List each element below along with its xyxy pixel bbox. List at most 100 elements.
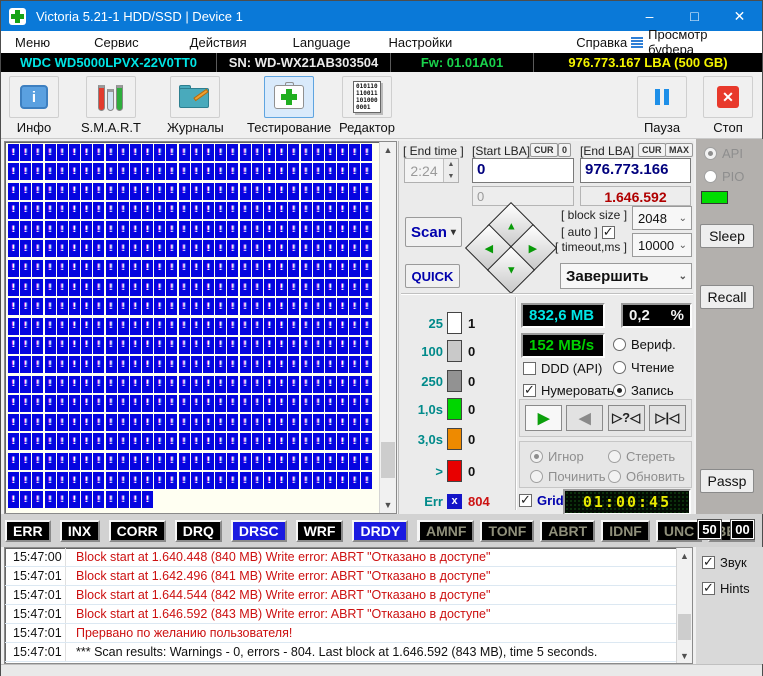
block-cell: ! (32, 414, 43, 431)
pio-radio[interactable]: PIO (704, 169, 744, 184)
chevron-down-icon: ⌄ (679, 240, 687, 251)
block-cell: ! (166, 356, 177, 373)
hints-checkbox[interactable]: Hints (702, 581, 750, 596)
block-cell: ! (361, 395, 372, 412)
block-cell: ! (142, 337, 153, 354)
scrollbar-thumb[interactable] (381, 442, 395, 478)
status-led-drq: DRQ (175, 520, 222, 542)
divider (515, 297, 517, 510)
defect-radio-4[interactable]: Обновить (608, 469, 685, 484)
auto-checkbox[interactable] (602, 226, 615, 239)
log-row: 15:47:01Block start at 1.642.496 (841 MB… (5, 567, 692, 586)
end-lba-input[interactable]: 976.773.166 (580, 158, 691, 183)
sound-checkbox[interactable]: Звук (702, 555, 747, 570)
log-panel: 15:47:00Block start at 1.640.448 (840 MB… (4, 547, 693, 664)
grid-checkbox[interactable]: Grid (519, 493, 564, 508)
menu-item-2[interactable]: Сервис (90, 35, 143, 50)
block-cell: ! (264, 202, 275, 219)
scan-button[interactable]: Scan▾ (405, 217, 462, 247)
block-cell: ! (337, 433, 348, 450)
block-cell: ! (179, 472, 190, 489)
seek-error-button[interactable]: ▷?◁ (608, 405, 645, 431)
quick-button[interactable]: QUICK (405, 264, 460, 288)
start-lba-cur-button[interactable]: CUR (530, 143, 558, 157)
block-cell: ! (264, 144, 275, 161)
block-cell: ! (252, 260, 263, 277)
info-tab[interactable]: i Инфо (9, 76, 59, 135)
block-cell: ! (8, 376, 19, 393)
block-cell: ! (179, 298, 190, 315)
legend-label: 1,0s (399, 402, 443, 417)
block-cell: ! (361, 202, 372, 219)
menu-item-6[interactable]: Справка (572, 35, 631, 50)
end-time-spinner[interactable]: 2:24 ▲▼ (404, 158, 459, 183)
play-button[interactable]: ▶ (525, 405, 562, 431)
menu-item-3[interactable]: Действия (186, 35, 251, 50)
numerate-checkbox[interactable]: Нумеровать (523, 383, 614, 398)
block-cell: ! (191, 453, 202, 470)
scroll-up-icon[interactable]: ▲ (380, 142, 396, 158)
pause-button[interactable]: Пауза (637, 76, 687, 135)
log-scrollbar[interactable]: ▲ ▼ (676, 548, 692, 663)
mode-radio-3[interactable]: Запись (613, 383, 674, 398)
reverse-button[interactable]: ◀ (566, 405, 603, 431)
editor-tab[interactable]: 010110 110011 101000 0001 Редактор (339, 76, 395, 135)
scroll-up-icon[interactable]: ▲ (677, 548, 692, 563)
block-cell: ! (154, 183, 165, 200)
smart-tab[interactable]: S.M.A.R.T (81, 76, 141, 135)
end-lba-cur-button[interactable]: CUR (638, 143, 666, 157)
sleep-button[interactable]: Sleep (700, 224, 754, 248)
block-map-scrollbar[interactable]: ▲ ▼ (379, 142, 396, 513)
api-radio[interactable]: API (704, 146, 743, 161)
block-cell: ! (118, 472, 129, 489)
scroll-down-icon[interactable]: ▼ (380, 497, 396, 513)
journals-tab[interactable]: Журналы (167, 76, 224, 135)
menu-item-5[interactable]: Настройки (384, 35, 456, 50)
menu-item-1[interactable]: Меню (11, 35, 54, 50)
ddd-api-checkbox[interactable]: DDD (API) (523, 361, 602, 376)
block-cell: ! (142, 202, 153, 219)
stop-button[interactable]: ✕ Стоп (703, 76, 753, 135)
testing-tab[interactable]: Тестирование (247, 76, 331, 135)
defect-radio-1[interactable]: Игнор (530, 449, 584, 464)
block-cell: ! (288, 433, 299, 450)
passp-button[interactable]: Passp (700, 469, 754, 493)
mode-radio-1[interactable]: Вериф. (613, 337, 676, 352)
block-cell: ! (288, 183, 299, 200)
defect-radio-2[interactable]: Стереть (608, 449, 675, 464)
action-select[interactable]: Завершить⌄ (560, 263, 692, 289)
block-cell: ! (69, 240, 80, 257)
block-cell: ! (118, 376, 129, 393)
block-cell: ! (313, 298, 324, 315)
start-lba-input[interactable]: 0 (472, 158, 574, 183)
seek-position-button[interactable]: ▷|◁ (649, 405, 686, 431)
block-cell: ! (215, 240, 226, 257)
mode-radio-2[interactable]: Чтение (613, 360, 674, 375)
recall-button[interactable]: Recall (700, 285, 754, 309)
block-cell: ! (166, 376, 177, 393)
timeout-select[interactable]: 10000⌄ (632, 233, 692, 257)
block-cell: ! (69, 337, 80, 354)
block-cell: ! (32, 395, 43, 412)
toolbar: i Инфо S.M.A.R.T Журналы Тестирование 01… (1, 72, 762, 139)
auto-label: [ auto ] (561, 225, 598, 239)
block-cell: ! (142, 376, 153, 393)
block-size-select[interactable]: 2048⌄ (632, 206, 692, 230)
divider (65, 605, 66, 623)
end-lba-max-button[interactable]: MAX (665, 143, 693, 157)
block-cell: ! (93, 260, 104, 277)
scroll-down-icon[interactable]: ▼ (677, 648, 692, 663)
block-cell: ! (57, 221, 68, 238)
block-cell: ! (20, 491, 31, 508)
start-lba-zero-button[interactable]: 0 (558, 143, 571, 157)
block-cell: ! (20, 356, 31, 373)
block-cell: ! (252, 318, 263, 335)
menu-item-4[interactable]: Language (289, 35, 355, 50)
block-cell: ! (227, 221, 238, 238)
block-cell: ! (45, 491, 56, 508)
defect-radio-3[interactable]: Починить (530, 469, 606, 484)
block-cell: ! (179, 376, 190, 393)
spinner-arrows-icon[interactable]: ▲▼ (443, 159, 458, 182)
scrollbar-thumb[interactable] (678, 614, 691, 640)
start-lba-label: [Start LBA] (472, 144, 530, 158)
